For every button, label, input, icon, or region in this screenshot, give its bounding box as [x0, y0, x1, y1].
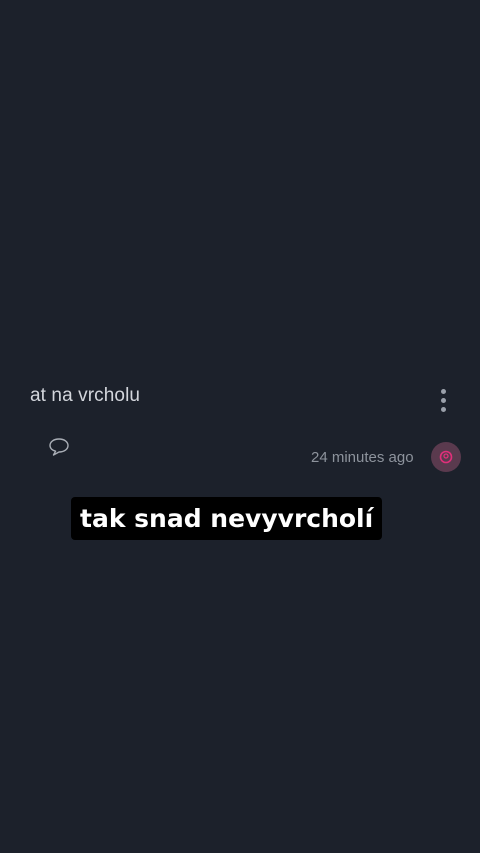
caption-overlay: tak snad nevyvrcholí [71, 497, 383, 540]
more-vertical-icon [440, 388, 446, 394]
user-avatar-icon [439, 450, 453, 464]
post-text: at na vrcholu [30, 385, 141, 406]
more-options-button[interactable] [430, 384, 456, 416]
comment-button[interactable] [47, 436, 71, 458]
comment-bubble-icon [49, 438, 69, 456]
timestamp: 24 minutes ago [311, 449, 414, 466]
avatar[interactable] [431, 442, 461, 472]
